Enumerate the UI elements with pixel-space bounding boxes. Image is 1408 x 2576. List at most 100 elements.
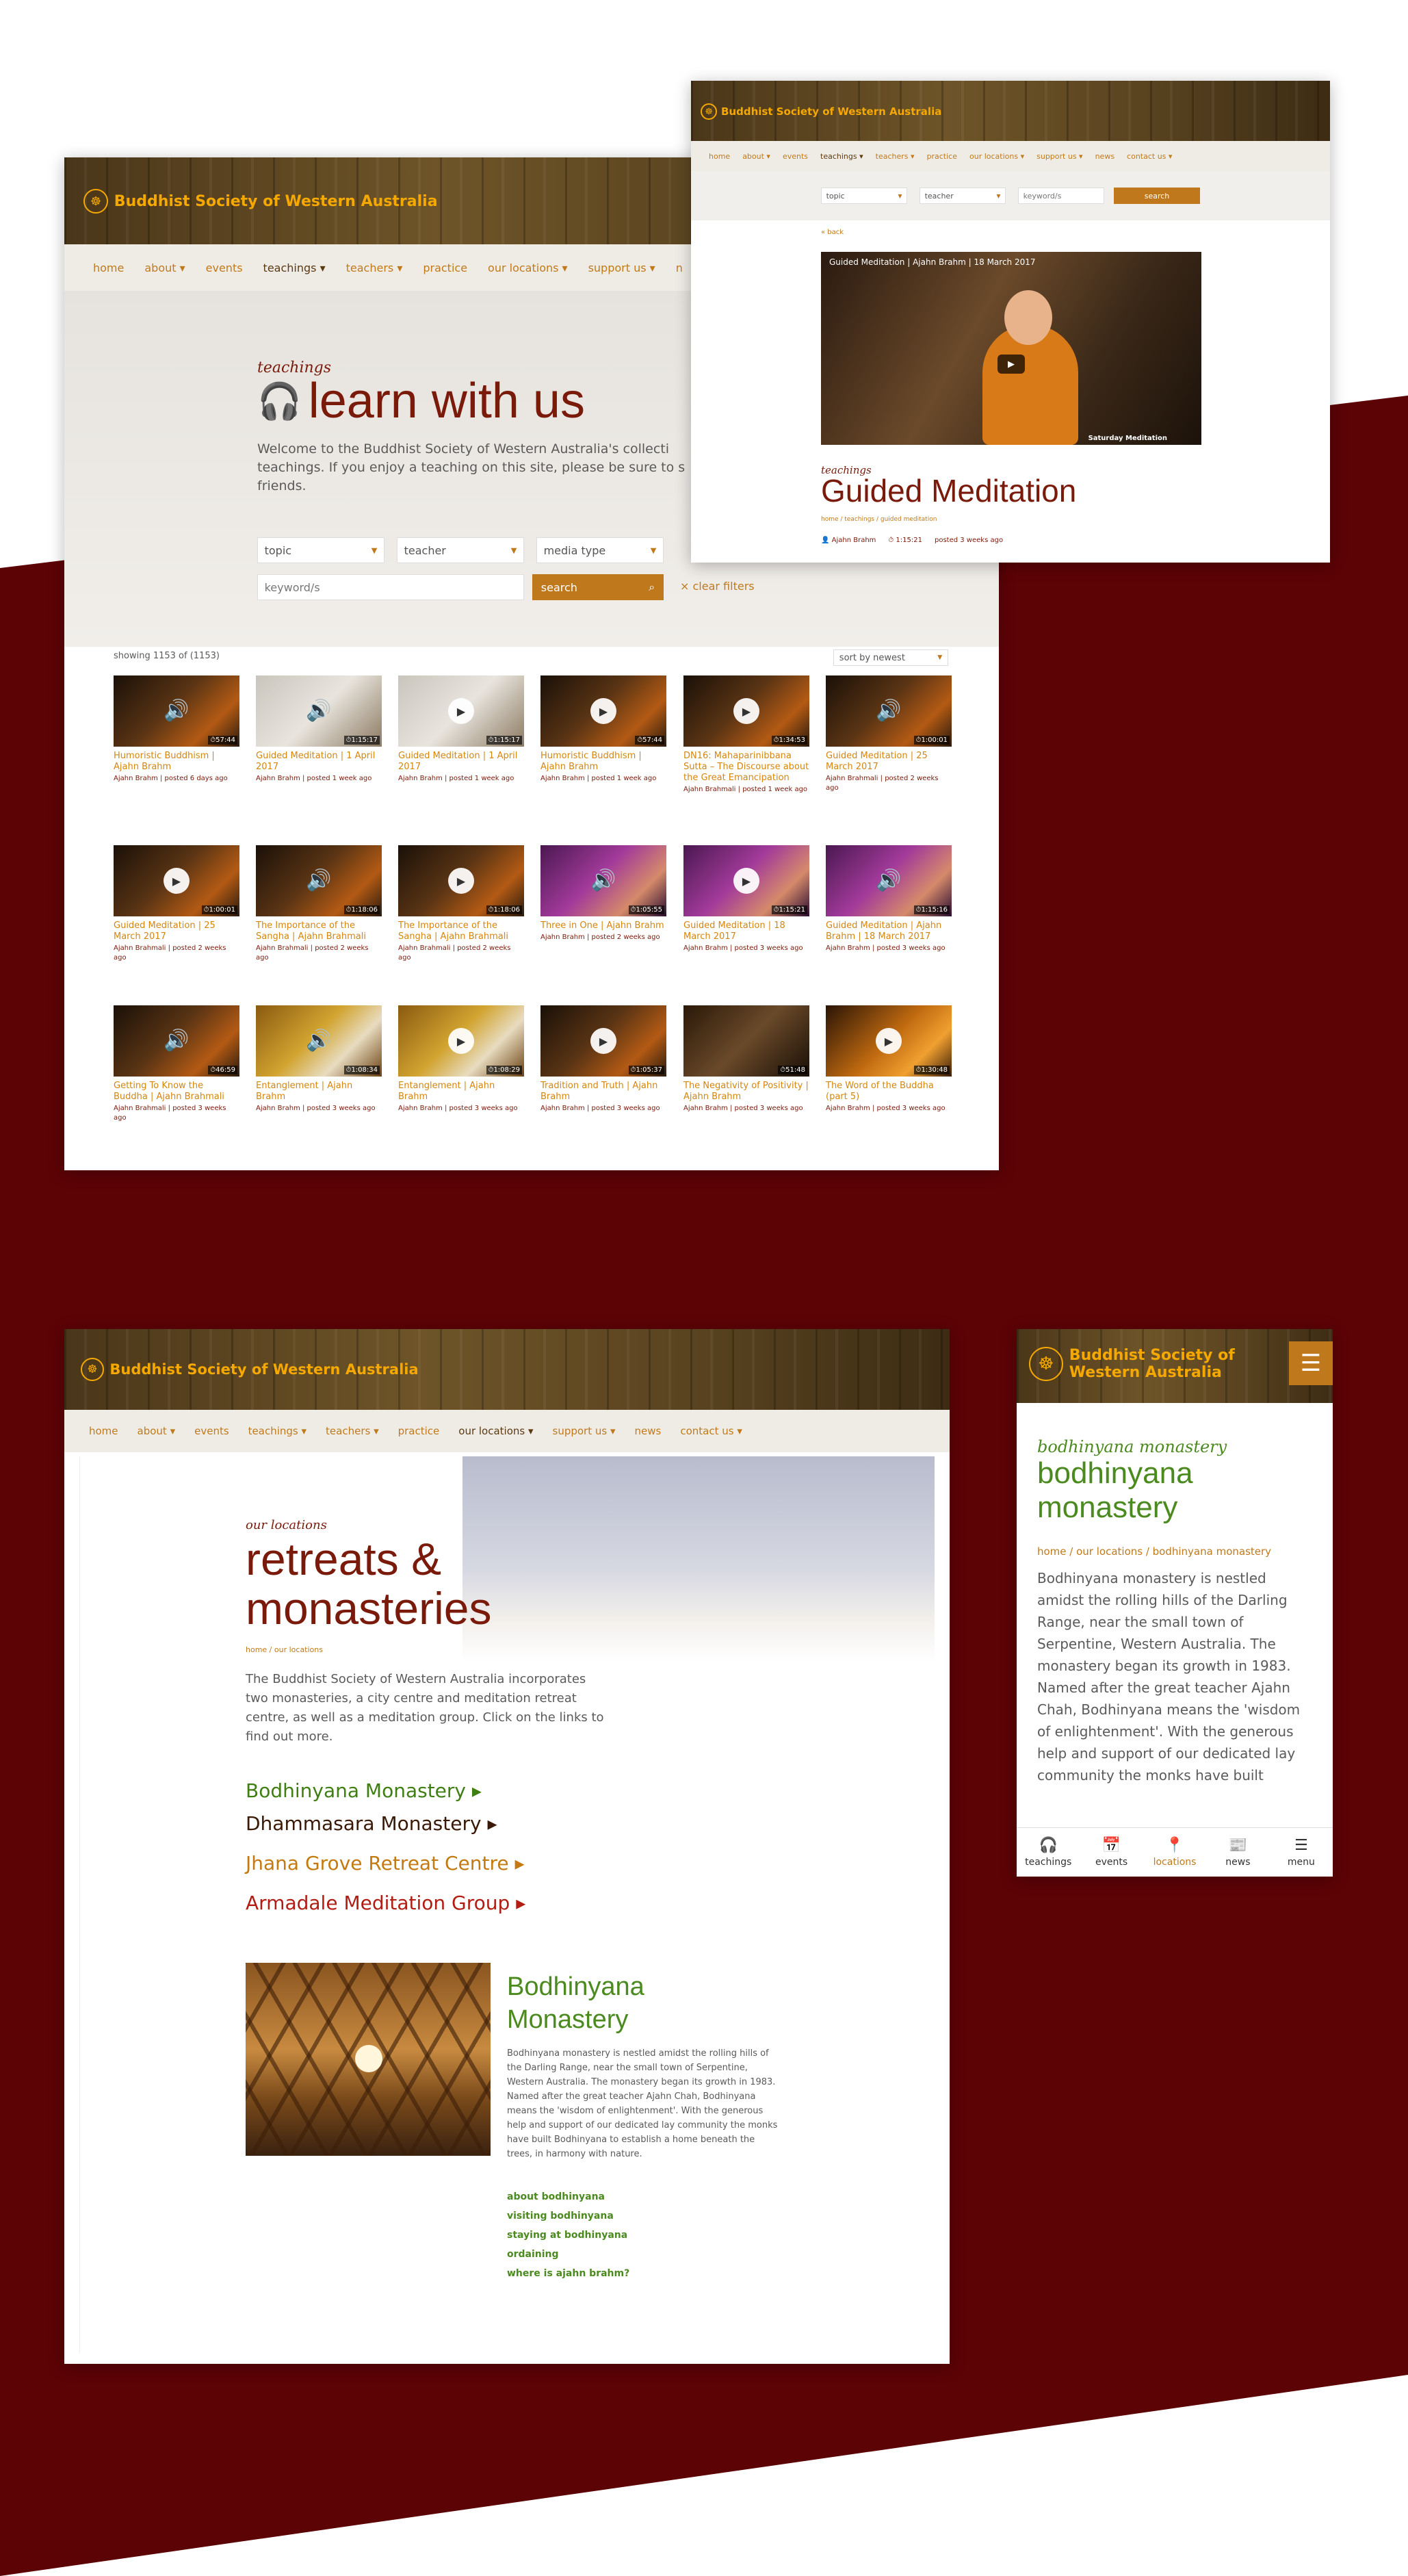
site-logo-link[interactable]: ☸ Buddhist Society of Western Australia [701, 103, 941, 120]
feature-sub-link[interactable]: ordaining [507, 2249, 559, 2260]
teaching-thumbnail[interactable]: 🔊 ⏱57:44 [114, 675, 239, 747]
teaching-card[interactable]: 🔊 ⏱1:05:55 Three in One | Ajahn Brahm Ajahn… [540, 845, 666, 942]
teaching-thumbnail[interactable]: 🔊 ⏱46:59 [114, 1005, 239, 1077]
teaching-title[interactable]: The Negativity of Positivity | Ajahn Bra… [683, 1081, 809, 1103]
play-button[interactable]: ▶ [998, 355, 1025, 374]
tab-events[interactable]: 📅 events [1080, 1828, 1143, 1877]
location-link[interactable]: Jhana Grove Retreat Centre ▸ [246, 1852, 525, 1875]
site-logo-link[interactable]: ☸ Buddhist Society of Western Australia [83, 189, 438, 214]
teaching-thumbnail[interactable]: 🔊 ⏱1:05:55 [540, 845, 666, 916]
teaching-thumbnail[interactable]: 🔊 ⏱1:18:06 [256, 845, 382, 916]
audio-icon[interactable]: 🔊 [876, 871, 901, 891]
teaching-thumbnail[interactable]: ▶ ⏱1:30:48 [826, 1005, 952, 1077]
teaching-thumbnail[interactable]: 🔊 ⏱1:00:01 [826, 675, 952, 747]
teaching-card[interactable]: ▶ ⏱57:44 Humoristic Buddhism | Ajahn Brahm… [540, 675, 666, 784]
nav-item[interactable]: n [676, 261, 683, 274]
teaching-card[interactable]: ▶ ⏱1:34:53 DN16: Mahaparinibbana Sutta – T… [683, 675, 809, 795]
nav-item[interactable]: news [1095, 152, 1114, 161]
breadcrumb[interactable]: home / our locations / bodhinyana monast… [1037, 1545, 1271, 1558]
play-icon[interactable]: ▶ [448, 868, 474, 894]
tab-teachings[interactable]: 🎧 teachings [1017, 1828, 1080, 1877]
nav-item[interactable]: teachers ▾ [346, 261, 403, 274]
teaching-title[interactable]: Guided Meditation | Ajahn Brahm | 18 Mar… [826, 920, 952, 942]
teaching-thumbnail[interactable]: ▶ ⏱1:18:06 [398, 845, 524, 916]
audio-icon[interactable]: 🔊 [306, 1031, 331, 1051]
nav-item[interactable]: support us ▾ [1037, 152, 1082, 161]
video-player[interactable]: Guided Meditation | Ajahn Brahm | 18 Mar… [821, 252, 1201, 445]
nav-item[interactable]: events [783, 152, 808, 161]
teacher-select[interactable]: teacher ▼ [920, 188, 1006, 204]
teaching-title[interactable]: The Importance of the Sangha | Ajahn Bra… [256, 920, 382, 942]
play-icon[interactable]: ▶ [733, 698, 759, 724]
teaching-title[interactable]: Tradition and Truth | Ajahn Brahm [540, 1081, 666, 1103]
nav-item[interactable]: teachers ▾ [326, 1425, 379, 1437]
audio-icon[interactable]: 🔊 [164, 701, 189, 721]
nav-item[interactable]: practice [398, 1425, 440, 1437]
teaching-card[interactable]: ▶ ⏱1:18:06 The Importance of the Sangha | … [398, 845, 524, 963]
teaching-card[interactable]: 🔊 ⏱1:08:34 Entanglement | Ajahn Brahm Ajahn… [256, 1005, 382, 1113]
nav-item[interactable]: support us ▾ [588, 261, 655, 274]
audio-icon[interactable]: 🔊 [590, 871, 616, 891]
breadcrumb[interactable]: home / our locations [246, 1645, 323, 1654]
teaching-card[interactable]: ▶ ⏱1:00:01 Guided Meditation | 25 March 20… [114, 845, 239, 963]
teaching-card[interactable]: 🔊 ⏱46:59 Getting To Know the Buddha | Ajah… [114, 1005, 239, 1123]
feature-sub-link[interactable]: staying at bodhinyana [507, 2230, 627, 2241]
play-icon[interactable]: ▶ [590, 1028, 616, 1054]
nav-item[interactable]: home [93, 261, 124, 274]
nav-item[interactable]: contact us ▾ [680, 1425, 742, 1437]
teaching-card[interactable]: ▶ ⏱1:05:37 Tradition and Truth | Ajahn Bra… [540, 1005, 666, 1113]
location-link[interactable]: Armadale Meditation Group ▸ [246, 1892, 525, 1914]
nav-item[interactable]: teachings ▾ [820, 152, 863, 161]
tab-menu[interactable]: ☰ menu [1270, 1828, 1333, 1877]
teaching-title[interactable]: The Importance of the Sangha | Ajahn Bra… [398, 920, 524, 942]
play-icon[interactable]: ▶ [448, 698, 474, 724]
play-icon[interactable]: ▶ [733, 868, 759, 894]
teaching-card[interactable]: ▶ ⏱1:15:21 Guided Meditation | 18 March 20… [683, 845, 809, 953]
location-link[interactable]: Dhammasara Monastery ▸ [246, 1812, 497, 1835]
nav-item[interactable]: contact us ▾ [1127, 152, 1172, 161]
keyword-input[interactable]: keyword/s [1018, 188, 1104, 204]
nav-item[interactable]: events [206, 261, 243, 274]
topic-select[interactable]: topic ▼ [821, 188, 907, 204]
teaching-thumbnail[interactable]: ▶ ⏱1:34:53 [683, 675, 809, 747]
nav-item[interactable]: about ▾ [742, 152, 770, 161]
teaching-title[interactable]: Guided Meditation | 1 April 2017 [398, 751, 524, 773]
tab-locations[interactable]: 📍 locations [1143, 1828, 1206, 1877]
nav-item[interactable]: about ▾ [138, 1425, 176, 1437]
nav-item[interactable]: support us ▾ [553, 1425, 616, 1437]
teaching-thumbnail[interactable]: ▶ ⏱1:00:01 [114, 845, 239, 916]
nav-item[interactable]: practice [927, 152, 957, 161]
site-logo-link[interactable]: ☸ Buddhist Society of Western Australia [1029, 1347, 1235, 1381]
nav-item[interactable]: news [635, 1425, 662, 1437]
teaching-title[interactable]: Getting To Know the Buddha | Ajahn Brahm… [114, 1081, 239, 1103]
teaching-thumbnail[interactable]: ▶ ⏱1:15:21 [683, 845, 809, 916]
teaching-title[interactable]: Guided Meditation | 25 March 2017 [826, 751, 952, 773]
teaching-thumbnail[interactable]: ⏱51:48 [683, 1005, 809, 1077]
audio-icon[interactable]: 🔊 [306, 701, 331, 721]
teaching-card[interactable]: ⏱51:48 The Negativity of Positivity | Aja… [683, 1005, 809, 1113]
teaching-thumbnail[interactable]: ▶ ⏱57:44 [540, 675, 666, 747]
teaching-thumbnail[interactable]: ▶ ⏱1:08:29 [398, 1005, 524, 1077]
search-button[interactable]: search ⌕ [532, 574, 664, 600]
feature-sub-link[interactable]: visiting bodhinyana [507, 2211, 614, 2221]
teaching-thumbnail[interactable]: 🔊 ⏱1:08:34 [256, 1005, 382, 1077]
site-logo-link[interactable]: ☸ Buddhist Society of Western Australia [81, 1358, 419, 1381]
teaching-card[interactable]: 🔊 ⏱1:15:16 Guided Meditation | Ajahn Brahm… [826, 845, 952, 953]
nav-item[interactable]: our locations ▾ [488, 261, 568, 274]
teaching-title[interactable]: Three in One | Ajahn Brahm [540, 920, 666, 931]
nav-item[interactable]: teachings ▾ [248, 1425, 307, 1437]
nav-item[interactable]: our locations ▾ [458, 1425, 533, 1437]
tab-news[interactable]: 📰 news [1206, 1828, 1269, 1877]
teaching-title[interactable]: Guided Meditation | 18 March 2017 [683, 920, 809, 942]
teaching-card[interactable]: 🔊 ⏱1:18:06 The Importance of the Sangha | … [256, 845, 382, 963]
play-icon[interactable]: ▶ [448, 1028, 474, 1054]
topic-select[interactable]: topic ▼ [257, 537, 384, 563]
nav-item[interactable]: events [194, 1425, 229, 1437]
play-icon[interactable]: ▶ [876, 1028, 902, 1054]
teaching-card[interactable]: 🔊 ⏱57:44 Humoristic Buddhism | Ajahn Brahm… [114, 675, 239, 784]
keyword-input[interactable]: keyword/s [257, 574, 524, 600]
menu-toggle-button[interactable]: ☰ [1289, 1341, 1333, 1385]
audio-icon[interactable]: 🔊 [876, 701, 901, 721]
nav-item[interactable]: practice [423, 261, 467, 274]
teaching-title[interactable]: Humoristic Buddhism | Ajahn Brahm [540, 751, 666, 773]
